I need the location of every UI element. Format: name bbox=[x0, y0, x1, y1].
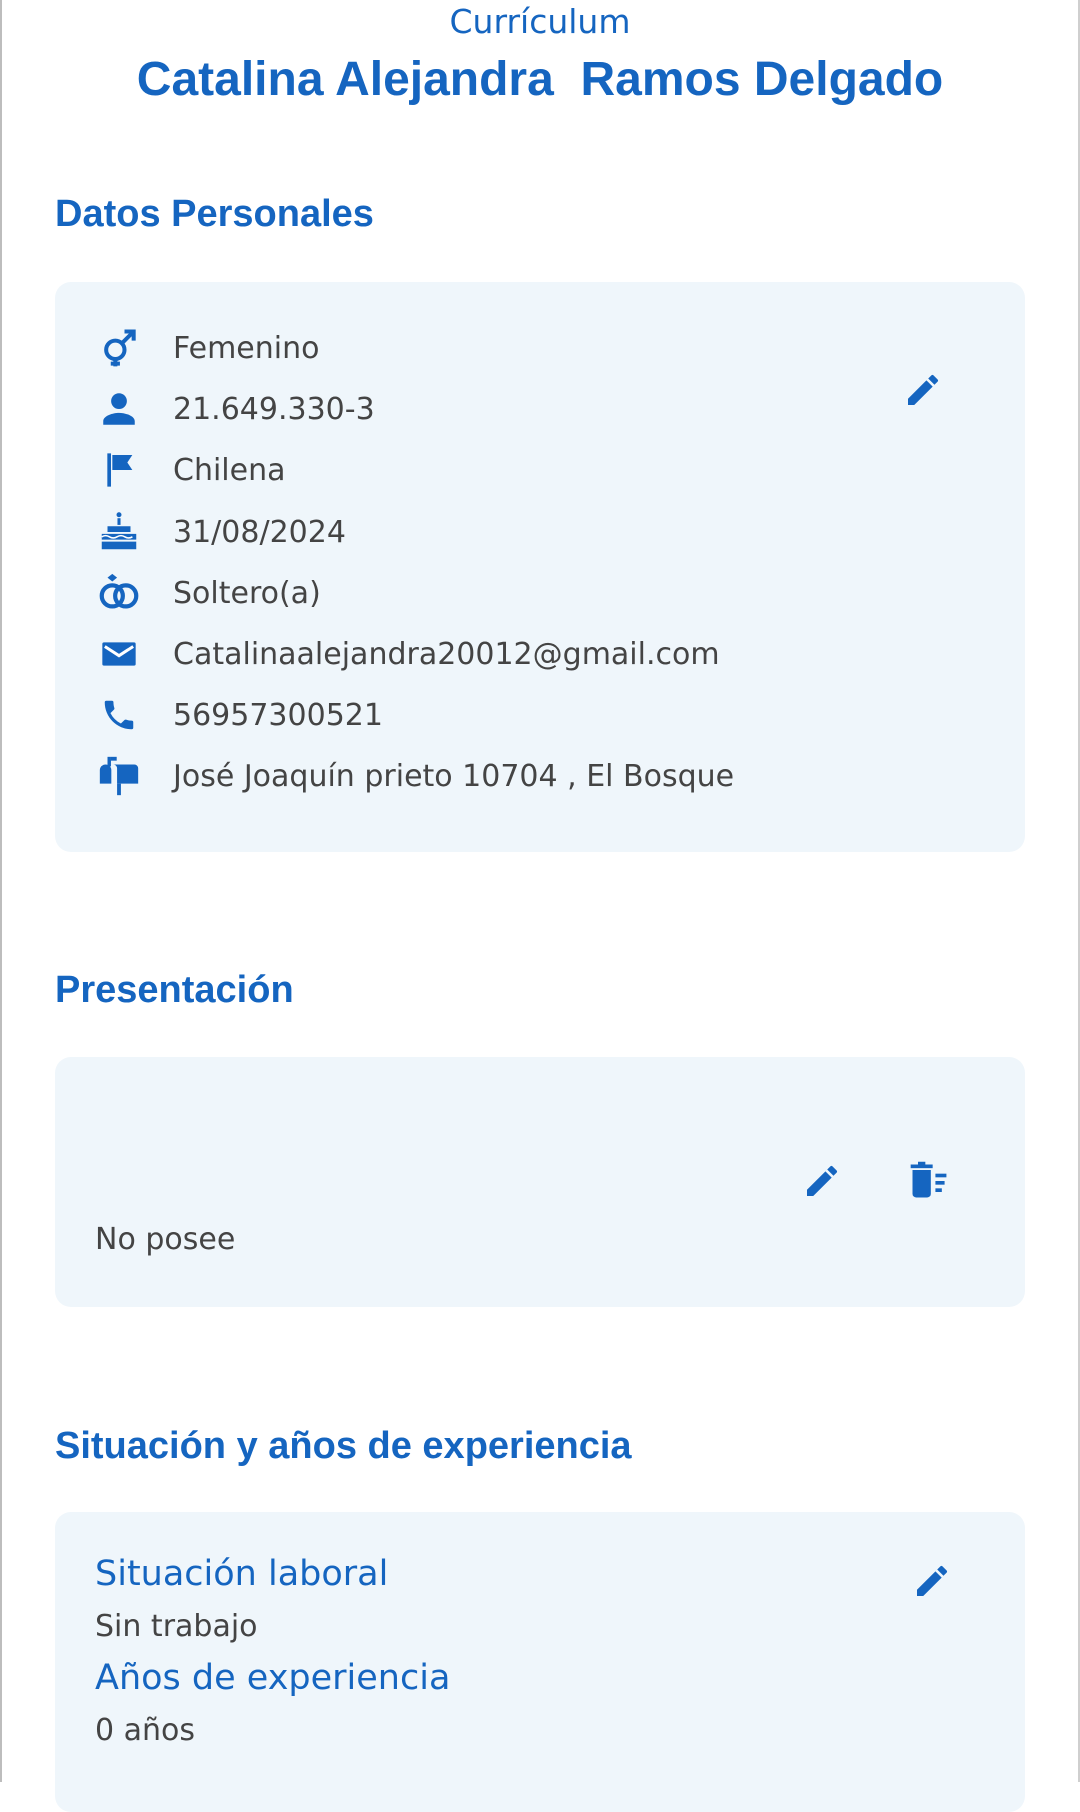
experience-years-label: Años de experiencia bbox=[95, 1658, 451, 1698]
personal-data-card: Femenino 21.649.330-3 Chilena 31/08/2024 bbox=[55, 282, 1025, 852]
personal-row-birthdate: 31/08/2024 bbox=[95, 507, 346, 557]
experience-years-value: 0 años bbox=[95, 1713, 196, 1748]
nationality-value: Chilena bbox=[173, 452, 286, 488]
document-label: Currículum bbox=[449, 2, 631, 41]
address-value: José Joaquín prieto 10704 , El Bosque bbox=[173, 758, 735, 794]
employment-status-value: Sin trabajo bbox=[95, 1609, 258, 1644]
left-border bbox=[0, 0, 2, 1782]
personal-row-phone: 56957300521 bbox=[95, 690, 383, 740]
experience-title: Situación y años de experiencia bbox=[55, 1425, 632, 1467]
pencil-icon bbox=[908, 374, 939, 405]
edit-presentation-button[interactable] bbox=[794, 1153, 850, 1209]
mailbox-icon bbox=[95, 752, 143, 800]
employment-status-label: Situación laboral bbox=[95, 1554, 389, 1594]
email-value: Catalinaalejandra20012@gmail.com bbox=[173, 636, 720, 672]
rings-icon bbox=[95, 569, 143, 617]
person-icon bbox=[95, 385, 143, 433]
presentation-text: No posee bbox=[95, 1222, 236, 1257]
gender-value: Femenino bbox=[173, 330, 320, 366]
flag-icon bbox=[95, 446, 143, 494]
pencil-icon bbox=[807, 1165, 838, 1196]
personal-row-address: José Joaquín prieto 10704 , El Bosque bbox=[95, 751, 734, 801]
personal-row-rut: 21.649.330-3 bbox=[95, 384, 375, 434]
delete-presentation-button[interactable] bbox=[901, 1153, 957, 1209]
presentation-title: Presentación bbox=[55, 969, 294, 1011]
birthdate-value: 31/08/2024 bbox=[173, 514, 346, 550]
phone-value: 56957300521 bbox=[173, 697, 383, 733]
delete-sweep-icon bbox=[910, 1161, 947, 1198]
gender-icon bbox=[95, 324, 143, 372]
rut-value: 21.649.330-3 bbox=[173, 391, 375, 427]
personal-row-marital-status: Soltero(a) bbox=[95, 568, 321, 618]
presentation-card: No posee bbox=[55, 1057, 1025, 1307]
personal-data-title: Datos Personales bbox=[55, 193, 374, 235]
personal-row-gender: Femenino bbox=[95, 323, 319, 373]
marital-status-value: Soltero(a) bbox=[173, 575, 321, 611]
edit-personal-data-button[interactable] bbox=[895, 362, 951, 418]
email-icon bbox=[95, 630, 143, 678]
personal-row-email: Catalinaalejandra20012@gmail.com bbox=[95, 629, 720, 679]
experience-card: Situación laboral Sin trabajo Años de ex… bbox=[55, 1512, 1025, 1812]
personal-row-nationality: Chilena bbox=[95, 445, 286, 495]
cake-icon bbox=[95, 508, 143, 556]
curriculum-page: Currículum Catalina Alejandra Ramos Delg… bbox=[0, 0, 1080, 1812]
phone-icon bbox=[95, 691, 143, 739]
person-name: Catalina Alejandra Ramos Delgado bbox=[136, 53, 944, 106]
pencil-icon bbox=[917, 1565, 948, 1596]
edit-experience-button[interactable] bbox=[904, 1553, 960, 1609]
